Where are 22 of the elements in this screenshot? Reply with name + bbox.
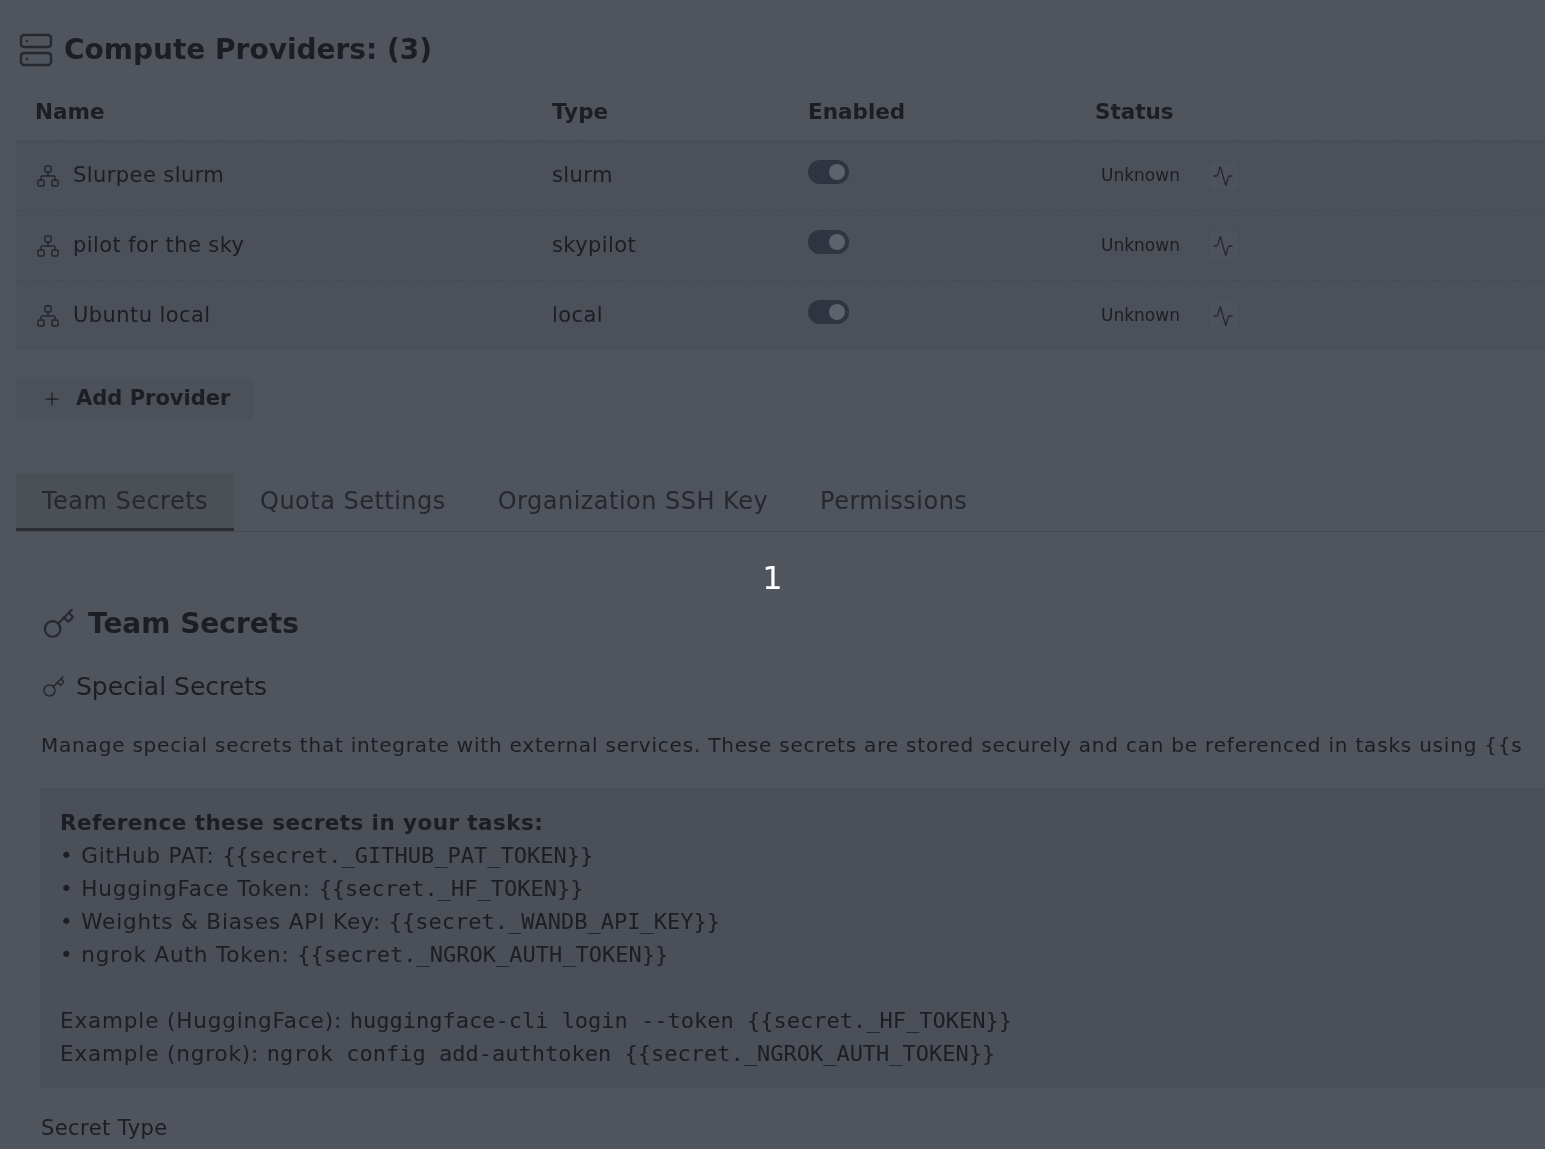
activity-icon <box>1212 234 1235 257</box>
column-header: Status <box>1094 98 1175 127</box>
key-icon <box>42 675 66 699</box>
toggle-switch[interactable] <box>808 229 849 254</box>
column-header: Name <box>34 98 106 127</box>
network-icon <box>36 163 60 188</box>
subsection-title: Special Secrets <box>76 671 267 703</box>
network-icon <box>36 303 60 328</box>
column-header: Enabled <box>807 98 907 127</box>
section-title: Team Secrets <box>88 606 299 642</box>
network-icon <box>36 233 60 258</box>
column-header: Type <box>551 98 610 127</box>
section-title: Compute Providers: (3) <box>64 32 432 68</box>
key-icon <box>42 607 76 641</box>
description-text: Manage special secrets that integrate with external services. These secrets are stored securely and can be referenced in tasks using {{s <box>40 732 1524 759</box>
step-number: 1 <box>762 562 783 594</box>
toggle-switch[interactable] <box>808 159 849 184</box>
toggle-switch[interactable] <box>808 299 849 324</box>
server-icon <box>18 32 54 68</box>
activity-icon <box>1212 304 1235 327</box>
field-label: Secret Type <box>40 1115 169 1142</box>
activity-icon <box>1212 164 1235 187</box>
